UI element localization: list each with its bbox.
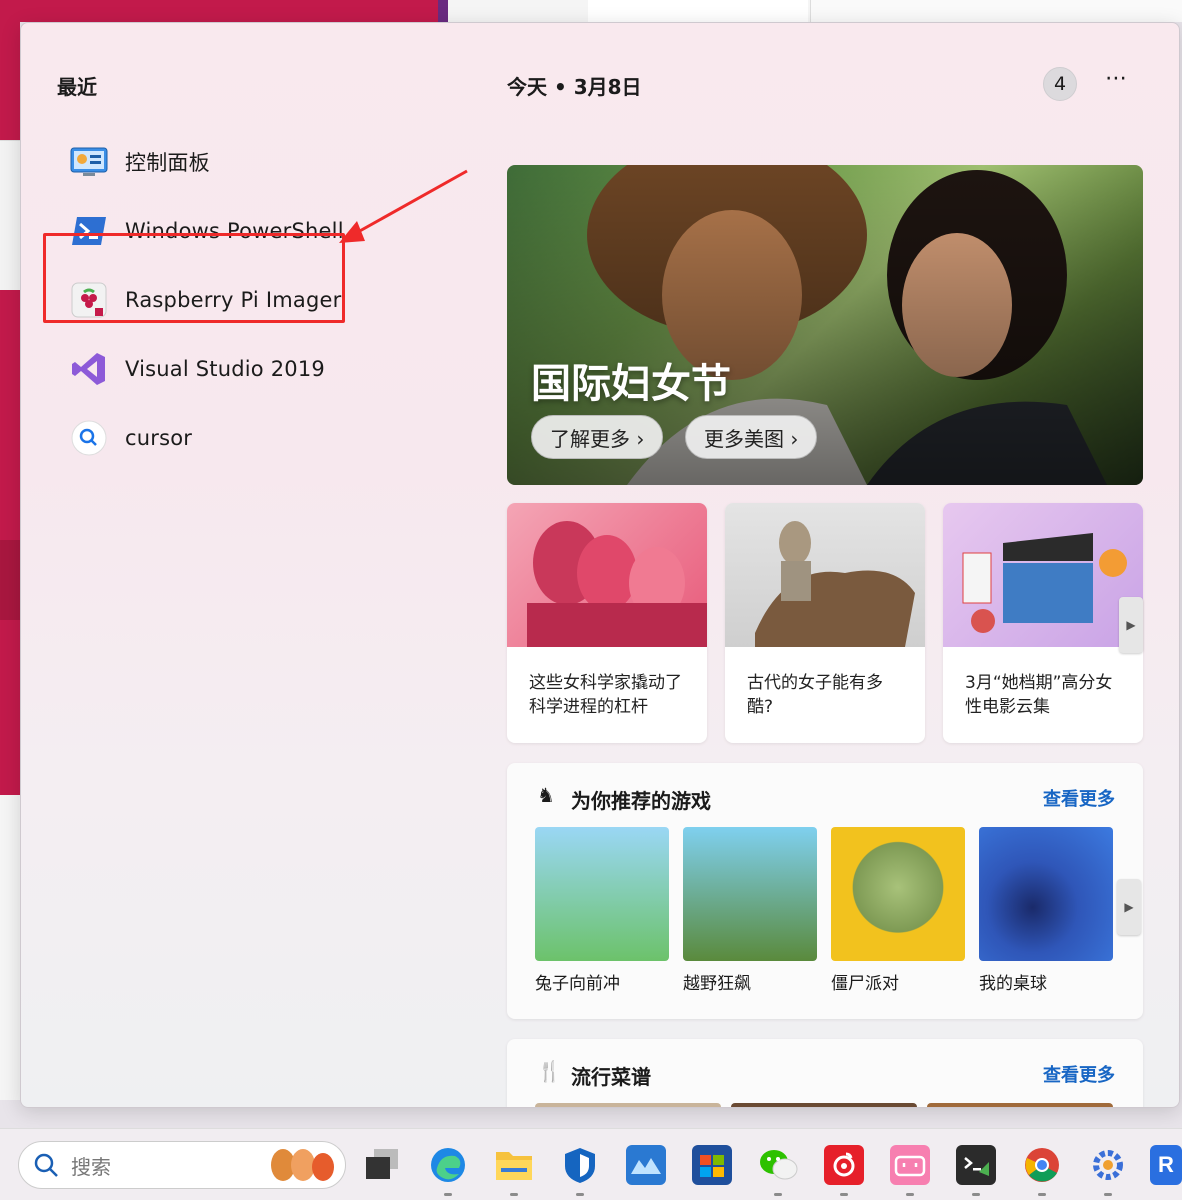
- background-window-fragment: [0, 140, 20, 290]
- taskbar: 搜索 R: [0, 1128, 1182, 1200]
- search-highlight-icon: [271, 1149, 334, 1181]
- background-window-fragment: [0, 540, 20, 620]
- app-r-icon[interactable]: R: [1150, 1145, 1182, 1185]
- news-cards: 这些女科学家撬动了科学进程的杠杆 古代的女子能有多酷? 3月“她档期”高分女性电…: [507, 503, 1143, 743]
- card-caption: 这些女科学家撬动了科学进程的杠杆: [529, 673, 682, 717]
- game-tile[interactable]: 僵尸派对: [831, 827, 965, 994]
- running-indicator: [576, 1193, 584, 1196]
- wechat-icon[interactable]: [758, 1145, 798, 1185]
- background-window-fragment: [810, 0, 1182, 22]
- learn-more-button[interactable]: 了解更多 ›: [531, 415, 664, 459]
- photos-icon[interactable]: [626, 1145, 666, 1185]
- game-label: 兔子向前冲: [535, 974, 620, 994]
- game-image: [979, 827, 1113, 961]
- running-indicator: [1104, 1193, 1112, 1196]
- game-image: [683, 827, 817, 961]
- games-see-more-link[interactable]: 查看更多: [1043, 785, 1115, 811]
- bilibili-icon[interactable]: [890, 1145, 930, 1185]
- settings-gear-icon[interactable]: [1088, 1145, 1128, 1185]
- search-placeholder: 搜索: [71, 1154, 111, 1179]
- card-caption: 3月“她档期”高分女性电影云集: [965, 673, 1113, 717]
- game-label: 越野狂飙: [683, 974, 751, 994]
- game-image: [535, 827, 669, 961]
- games-section: ♞ 为你推荐的游戏 查看更多 兔子向前冲 越野狂飙 僵尸派对 我的桌球 ▶: [507, 763, 1143, 1019]
- control-panel-icon: [69, 142, 109, 182]
- recipes-see-more-link[interactable]: 查看更多: [1043, 1061, 1115, 1087]
- netease-music-icon[interactable]: [824, 1145, 864, 1185]
- card-image: [725, 503, 925, 647]
- game-label: 僵尸派对: [831, 974, 899, 994]
- red-annotation-box: [43, 233, 345, 323]
- task-view-icon[interactable]: [362, 1145, 402, 1185]
- hero-title: 国际妇女节: [531, 361, 731, 407]
- red-annotation-arrow: [339, 169, 468, 243]
- cards-scroll-right-button[interactable]: ▶: [1119, 597, 1143, 653]
- games-title: 为你推荐的游戏: [571, 789, 711, 813]
- chrome-icon[interactable]: [1022, 1145, 1062, 1185]
- recent-item-visual-studio[interactable]: Visual Studio 2019: [69, 334, 369, 403]
- background-window-fragment: [0, 795, 20, 1100]
- card-image: [507, 503, 707, 647]
- recipes-title: 流行菜谱: [571, 1065, 651, 1089]
- background-window-fragment: [438, 0, 448, 22]
- recent-item-label: 控制面板: [125, 150, 210, 175]
- news-card[interactable]: 3月“她档期”高分女性电影云集: [943, 503, 1143, 743]
- background-window-fragment: [588, 0, 808, 22]
- more-options-button[interactable]: ⋯: [1101, 67, 1131, 97]
- running-indicator: [1038, 1193, 1046, 1196]
- recent-item-label: Visual Studio 2019: [125, 356, 325, 381]
- security-shield-icon[interactable]: [560, 1145, 600, 1185]
- card-image: [943, 503, 1143, 647]
- game-image: [831, 827, 965, 961]
- recipe-thumbnail[interactable]: [535, 1103, 721, 1107]
- recent-item-label: cursor: [125, 425, 193, 450]
- edge-icon[interactable]: [428, 1145, 468, 1185]
- search-icon: [34, 1153, 58, 1177]
- recent-item-cursor[interactable]: cursor: [69, 403, 369, 472]
- search-icon: [69, 418, 109, 458]
- game-tile[interactable]: 越野狂飙: [683, 827, 817, 994]
- news-card[interactable]: 古代的女子能有多酷?: [725, 503, 925, 743]
- recent-title: 最近: [57, 75, 97, 99]
- running-indicator: [444, 1193, 452, 1196]
- visual-studio-icon: [69, 349, 109, 389]
- news-card[interactable]: 这些女科学家撬动了科学进程的杠杆: [507, 503, 707, 743]
- chess-icon: ♞: [537, 783, 555, 807]
- game-tile[interactable]: 我的桌球: [979, 827, 1113, 994]
- running-indicator: [906, 1193, 914, 1196]
- game-label: 我的桌球: [979, 974, 1047, 994]
- recipe-thumbnail[interactable]: [927, 1103, 1113, 1107]
- running-indicator: [840, 1193, 848, 1196]
- fork-knife-icon: 🍴: [537, 1059, 562, 1083]
- taskbar-search-box[interactable]: 搜索: [18, 1141, 346, 1189]
- notification-badge[interactable]: 4: [1043, 67, 1077, 101]
- games-scroll-right-button[interactable]: ▶: [1117, 879, 1141, 935]
- running-indicator: [774, 1193, 782, 1196]
- background-window-fragment: [20, 0, 438, 22]
- game-tile[interactable]: 兔子向前冲: [535, 827, 669, 994]
- recipes-section: 🍴 流行菜谱 查看更多: [507, 1039, 1143, 1107]
- store-icon[interactable]: [692, 1145, 732, 1185]
- date-header: 今天 • 3月8日: [507, 75, 642, 99]
- widgets-panel: 最近 控制面板 Windows PowerShell Raspberry Pi …: [20, 22, 1180, 1108]
- recipe-thumbnail[interactable]: [731, 1103, 917, 1107]
- terminal-icon[interactable]: [956, 1145, 996, 1185]
- running-indicator: [510, 1193, 518, 1196]
- running-indicator: [972, 1193, 980, 1196]
- card-caption: 古代的女子能有多酷?: [747, 673, 883, 717]
- hero-card[interactable]: 国际妇女节 了解更多 › 更多美图 ›: [507, 165, 1143, 485]
- more-images-button[interactable]: 更多美图 ›: [685, 415, 818, 459]
- file-explorer-icon[interactable]: [494, 1145, 534, 1185]
